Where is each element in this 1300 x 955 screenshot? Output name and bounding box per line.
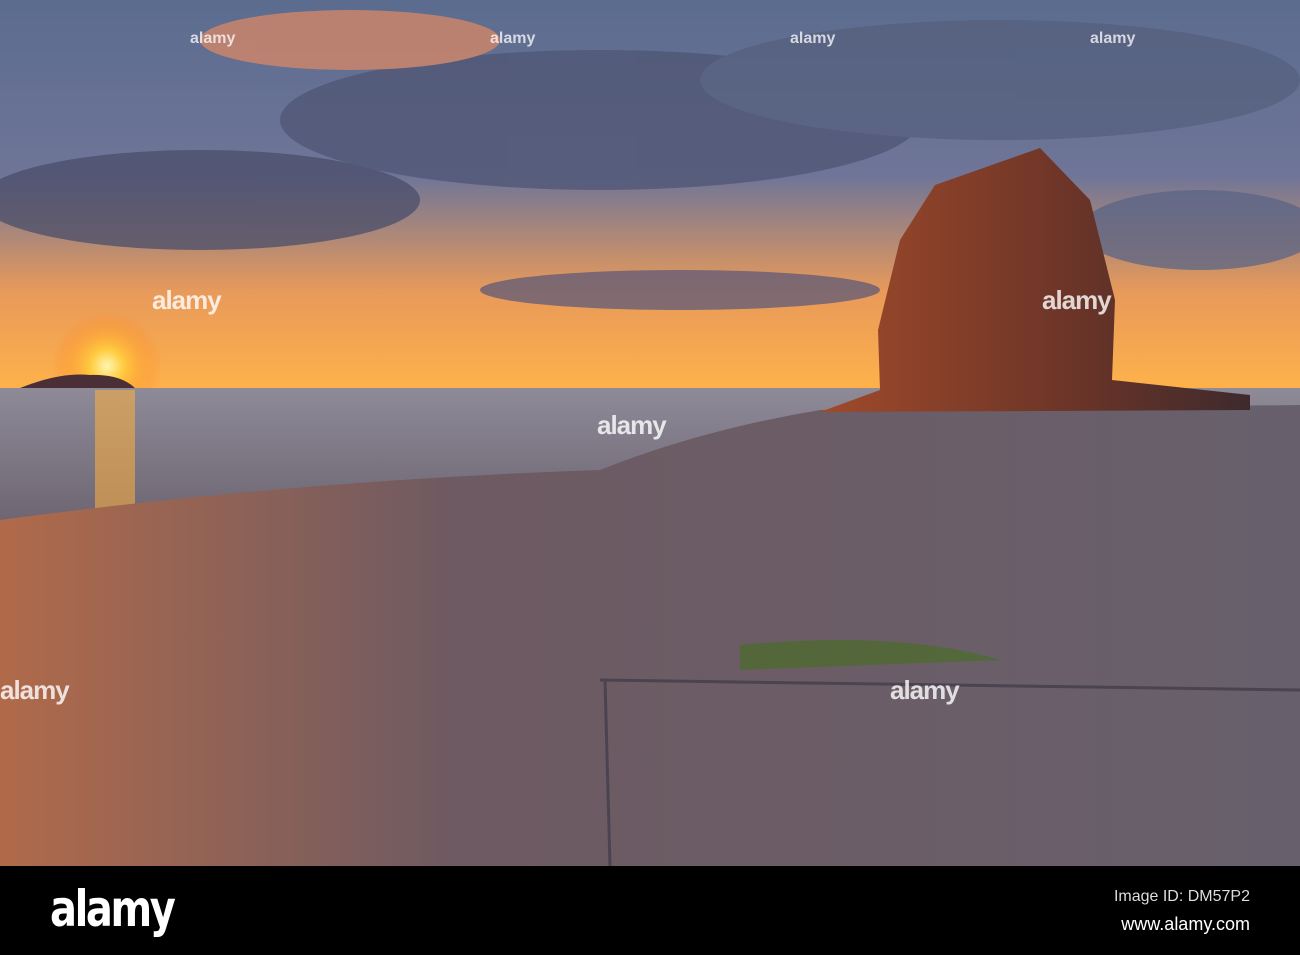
watermark: alamy xyxy=(790,30,836,47)
watermark: alamy xyxy=(597,410,667,440)
watermark: alamy xyxy=(152,285,222,315)
watermark: alamy xyxy=(190,30,236,47)
watermark: alamy xyxy=(0,675,70,705)
alamy-footer-bar: alamy Image ID: DM57P2 www.alamy.com xyxy=(0,866,1300,955)
watermark: alamy xyxy=(1090,30,1136,47)
stock-photo: alamy alamy alamy alamy alamy alamy alam… xyxy=(0,0,1300,955)
watermark: alamy xyxy=(890,675,960,705)
watermark: alamy xyxy=(1042,285,1112,315)
website-link[interactable]: www.alamy.com xyxy=(1121,914,1250,935)
watermark: alamy xyxy=(490,30,536,47)
image-id: Image ID: DM57P2 xyxy=(1113,888,1250,905)
alamy-logo: alamy xyxy=(50,880,176,938)
